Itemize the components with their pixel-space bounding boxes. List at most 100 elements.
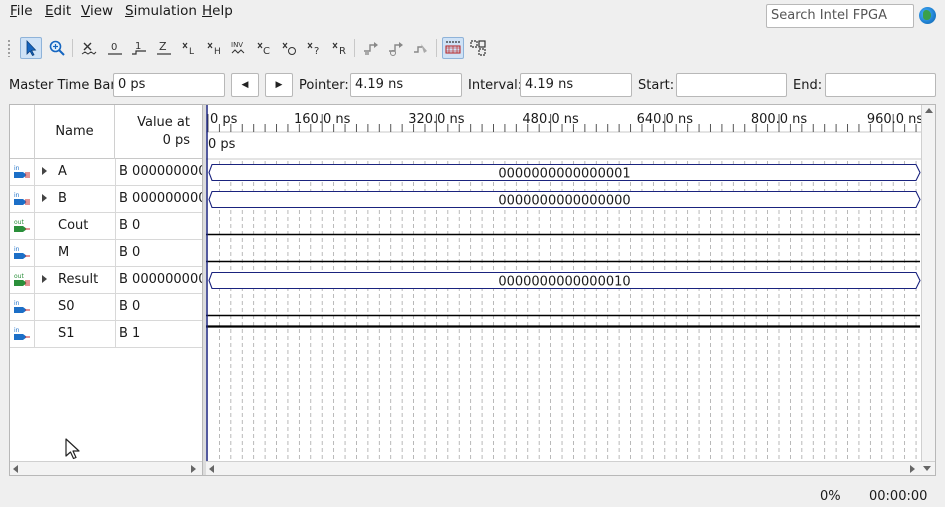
- signal-row-cout[interactable]: out Cout B 0: [10, 213, 202, 240]
- grid-icon[interactable]: [467, 37, 489, 59]
- expand-arrow-icon[interactable]: [42, 275, 47, 283]
- signal-name: B: [58, 191, 67, 206]
- svg-text:R: R: [339, 46, 346, 57]
- forcing-low-icon[interactable]: 0: [104, 37, 126, 59]
- scroll-right-arrow-icon[interactable]: [910, 465, 915, 473]
- end-field[interactable]: [825, 73, 936, 97]
- scroll-left-arrow-icon[interactable]: [13, 465, 18, 473]
- run-timing-simulation-icon[interactable]: [385, 37, 407, 59]
- master-time-bar-label: Master Time Bar:: [9, 78, 120, 93]
- menu-simulation[interactable]: Simulation: [125, 3, 197, 19]
- svg-text:in: in: [14, 327, 20, 334]
- svg-text:H: H: [214, 47, 221, 57]
- interval-label: Interval:: [468, 78, 523, 93]
- signal-value: B 0000000000000010: [115, 267, 202, 293]
- menu-view[interactable]: View: [81, 3, 113, 19]
- random-value-icon[interactable]: ?: [303, 37, 325, 59]
- signal-row-b[interactable]: in B B 0000000000000000: [10, 186, 202, 213]
- input-pin-bus-icon: in: [14, 192, 30, 205]
- signal-name: Result: [58, 272, 99, 287]
- ruler-tick-label: 320.0 ns: [408, 112, 465, 127]
- svg-text:in: in: [14, 192, 20, 199]
- bus-value-label: 0000000000000010: [498, 275, 630, 290]
- signal-value: B 0: [115, 294, 202, 320]
- count-value-icon[interactable]: C: [253, 37, 275, 59]
- svg-text:1: 1: [135, 41, 141, 52]
- zoom-tool-icon[interactable]: [46, 37, 68, 59]
- ruler-tick-label: 480.0 ns: [522, 112, 579, 127]
- signal-value: B 0: [115, 213, 202, 239]
- icon-column-header[interactable]: [10, 105, 35, 159]
- weak-low-icon[interactable]: L: [178, 37, 200, 59]
- previous-transition-button[interactable]: ◀: [231, 73, 259, 97]
- end-label: End:: [793, 78, 823, 93]
- start-label: Start:: [638, 78, 675, 93]
- signal-name: M: [58, 245, 70, 260]
- high-impedance-icon[interactable]: Z: [153, 37, 175, 59]
- signal-row-s0[interactable]: in S0 B 0: [10, 294, 202, 321]
- toolbar-grip[interactable]: [7, 39, 11, 57]
- invert-icon[interactable]: INV: [228, 37, 250, 59]
- signal-value: B 1: [115, 321, 202, 347]
- scroll-left-arrow-icon[interactable]: [209, 465, 214, 473]
- expand-arrow-icon[interactable]: [42, 167, 47, 175]
- input-pin-icon: in: [14, 327, 30, 340]
- signal-name: S0: [58, 299, 75, 314]
- waveform-horizontal-scrollbar[interactable]: [206, 461, 935, 475]
- elapsed-time: 00:00:00: [869, 489, 928, 504]
- name-column-header[interactable]: Name: [35, 105, 115, 159]
- search-input[interactable]: Search Intel FPGA: [766, 4, 914, 28]
- clock-icon[interactable]: [278, 37, 300, 59]
- output-pin-icon: out: [14, 219, 30, 232]
- signal-table-header: Name Value at 0 ps: [10, 105, 202, 159]
- left-horizontal-scrollbar[interactable]: [10, 461, 202, 475]
- svg-text:in: in: [14, 246, 20, 253]
- pin-icon-cell: in: [10, 294, 35, 320]
- vertical-scrollbar[interactable]: [921, 105, 935, 461]
- toolbar: 0 1 Z L H INV C ? R: [0, 34, 945, 62]
- selection-tool-icon[interactable]: [20, 37, 42, 59]
- expand-arrow-icon[interactable]: [42, 194, 47, 202]
- pin-icon-cell: out: [10, 267, 35, 293]
- value-column-header[interactable]: Value at 0 ps: [115, 105, 202, 159]
- signal-row-m[interactable]: in M B 0: [10, 240, 202, 267]
- generate-netlist-icon[interactable]: [410, 37, 432, 59]
- interval-field[interactable]: 4.19 ns: [520, 73, 632, 97]
- next-transition-button[interactable]: ▶: [265, 73, 293, 97]
- svg-text:L: L: [189, 47, 194, 57]
- signal-row-s1[interactable]: in S1 B 1: [10, 321, 202, 348]
- time-bar-controls: Master Time Bar: 0 ps ◀ ▶ Pointer: 4.19 …: [0, 72, 945, 100]
- weak-high-icon[interactable]: H: [203, 37, 225, 59]
- arbitrary-value-icon[interactable]: R: [328, 37, 350, 59]
- menu-help[interactable]: Help: [202, 3, 233, 19]
- forcing-high-icon[interactable]: 1: [128, 37, 150, 59]
- signal-name: Cout: [58, 218, 89, 233]
- pin-icon-cell: out: [10, 213, 35, 239]
- run-functional-simulation-icon[interactable]: [360, 37, 382, 59]
- start-field[interactable]: [676, 73, 787, 97]
- signal-row-a[interactable]: in A B 0000000000000001: [10, 159, 202, 186]
- svg-text:Z: Z: [159, 40, 167, 53]
- svg-text:C: C: [263, 46, 270, 57]
- scroll-down-arrow-icon[interactable]: [923, 466, 931, 471]
- bus-value-label: 0000000000000000: [498, 194, 630, 209]
- pin-icon-cell: in: [10, 240, 35, 266]
- master-time-bar-field[interactable]: 0 ps: [113, 73, 225, 97]
- menu-edit[interactable]: Edit: [45, 3, 71, 19]
- master-marker-label: 0 ps: [208, 137, 236, 152]
- snap-to-grid-icon[interactable]: [442, 37, 464, 59]
- signal-list-pane: Name Value at 0 ps in A B 0000000000000001…: [10, 105, 203, 475]
- menu-bar: File Edit View Simulation Help Search In…: [0, 0, 945, 30]
- forcing-unknown-icon[interactable]: [78, 37, 100, 59]
- ruler-tick-label: 800.0 ns: [751, 112, 808, 127]
- signal-row-result[interactable]: out Result B 0000000000000010: [10, 267, 202, 294]
- scroll-up-arrow-icon[interactable]: [925, 108, 933, 113]
- menu-file[interactable]: File: [10, 3, 33, 19]
- pointer-field[interactable]: 4.19 ns: [350, 73, 462, 97]
- pin-icon-cell: in: [10, 159, 35, 185]
- waveform-canvas[interactable]: 0 ps 160.0 ns 320.0 ns 480.0 ns 640.0 ns 800.…: [206, 105, 921, 461]
- scroll-right-arrow-icon[interactable]: [191, 465, 196, 473]
- status-bar: 0% 00:00:00: [0, 484, 945, 507]
- globe-icon[interactable]: [919, 7, 936, 24]
- svg-text:INV: INV: [231, 41, 243, 49]
